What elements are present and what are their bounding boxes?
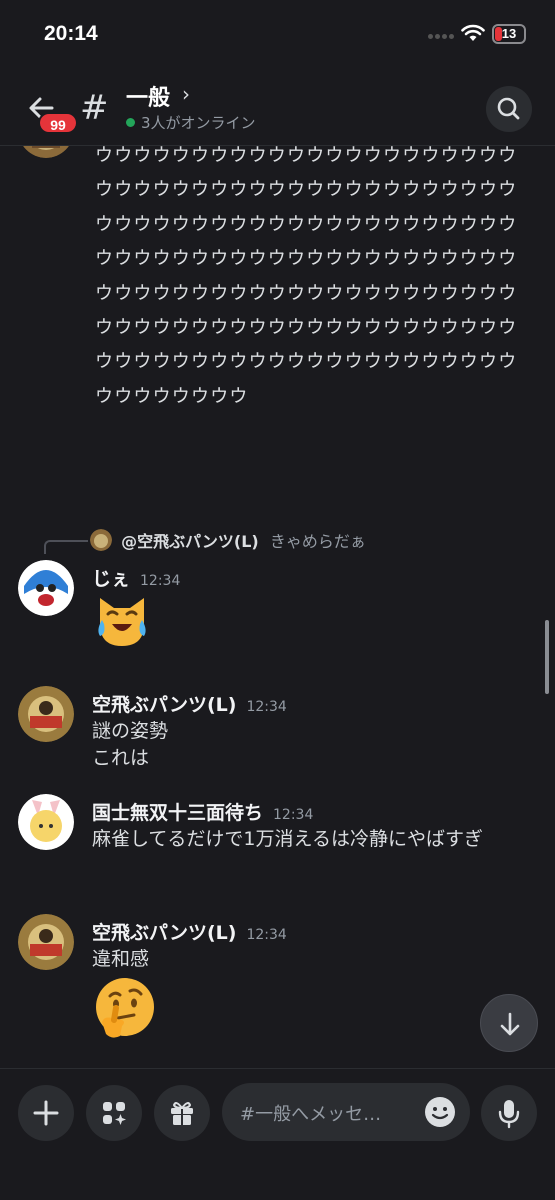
- search-button[interactable]: [486, 86, 532, 132]
- chevron-right-icon[interactable]: ›: [182, 82, 190, 106]
- thinking-face-emoji: [92, 976, 158, 1046]
- avatar[interactable]: [18, 146, 74, 158]
- crying-cat-emoji: [92, 590, 152, 654]
- scrollbar[interactable]: [545, 620, 549, 694]
- online-count: 3人がオンライン: [126, 112, 256, 133]
- author-name[interactable]: 空飛ぶパンツ(L): [92, 694, 236, 716]
- long-message-text: ウウウウウウウウウウウウウウウウウウウウウウウウウウウウウウウウウウウウウウウウ…: [95, 146, 518, 407]
- message-timestamp: 12:34: [140, 573, 181, 589]
- add-attachment-button[interactable]: [18, 1085, 74, 1141]
- arrow-down-icon: [500, 1012, 520, 1036]
- unread-badge: 99: [38, 112, 78, 134]
- online-text: 3人がオンライン: [141, 114, 256, 132]
- signal-icon: [428, 34, 456, 40]
- avatar[interactable]: [18, 686, 74, 742]
- message-line: これは: [92, 747, 150, 769]
- message-input[interactable]: #一般へメッセ…: [222, 1083, 470, 1141]
- avatar[interactable]: [18, 560, 74, 616]
- search-icon: [497, 97, 520, 120]
- reply-author: @空飛ぶパンツ(L): [121, 532, 259, 551]
- message-list[interactable]: ウウウウウウウウウウウウウウウウウウウウウウウウウウウウウウウウウウウウウウウウ…: [0, 146, 555, 1068]
- message-body: 違和感: [92, 946, 532, 973]
- plus-icon: [33, 1100, 59, 1126]
- message-timestamp: 12:34: [246, 699, 287, 715]
- avatar[interactable]: [18, 914, 74, 970]
- gift-icon: [171, 1102, 193, 1125]
- avatar[interactable]: [18, 794, 74, 850]
- message-timestamp: 12:34: [246, 927, 287, 943]
- channel-title[interactable]: 一般: [126, 80, 170, 112]
- jump-to-latest-button[interactable]: [480, 994, 538, 1052]
- battery-indicator: 13: [492, 24, 526, 44]
- message-input-placeholder: #一般へメッセ…: [240, 1104, 382, 1125]
- author-name[interactable]: 国士無双十三面待ち: [92, 802, 263, 824]
- message-body: 謎の姿勢 これは: [92, 718, 532, 772]
- online-dot: [126, 118, 135, 127]
- smiley-icon[interactable]: [424, 1096, 456, 1128]
- reply-reference[interactable]: @空飛ぶパンツ(L) きゃめらだぁ: [90, 528, 366, 552]
- apps-icon: [103, 1102, 126, 1125]
- message-timestamp: 12:34: [273, 807, 314, 823]
- microphone-icon: [498, 1100, 520, 1129]
- message-line: 違和感: [92, 948, 150, 970]
- voice-message-button[interactable]: [481, 1085, 537, 1141]
- message-author[interactable]: 空飛ぶパンツ(L) 12:34: [92, 918, 287, 945]
- author-name[interactable]: 空飛ぶパンツ(L): [92, 922, 236, 944]
- message-author[interactable]: 空飛ぶパンツ(L) 12:34: [92, 690, 287, 717]
- wifi-icon: [461, 24, 485, 41]
- reply-connector: [44, 540, 88, 554]
- status-time: 20:14: [44, 22, 98, 45]
- message-body: 麻雀してるだけで1万消えるは冷静にやばすぎ: [92, 826, 532, 853]
- message-line: 麻雀してるだけで1万消えるは冷静にやばすぎ: [92, 828, 483, 850]
- reply-avatar: [90, 529, 112, 551]
- message-line: 謎の姿勢: [92, 720, 169, 742]
- message-author[interactable]: じぇ 12:34: [92, 564, 180, 591]
- reply-text: きゃめらだぁ: [269, 532, 366, 551]
- status-bar: 20:14 13: [0, 0, 555, 70]
- message-author[interactable]: 国士無双十三面待ち 12:34: [92, 798, 313, 825]
- channel-hash-icon: #: [80, 88, 109, 128]
- composer-bar: #一般へメッセ…: [0, 1068, 555, 1200]
- gift-button[interactable]: [154, 1085, 210, 1141]
- channel-header: 99 # 一般 › 3人がオンライン: [0, 70, 555, 146]
- author-name[interactable]: じぇ: [92, 568, 130, 590]
- battery-level: 13: [501, 26, 517, 41]
- apps-button[interactable]: [86, 1085, 142, 1141]
